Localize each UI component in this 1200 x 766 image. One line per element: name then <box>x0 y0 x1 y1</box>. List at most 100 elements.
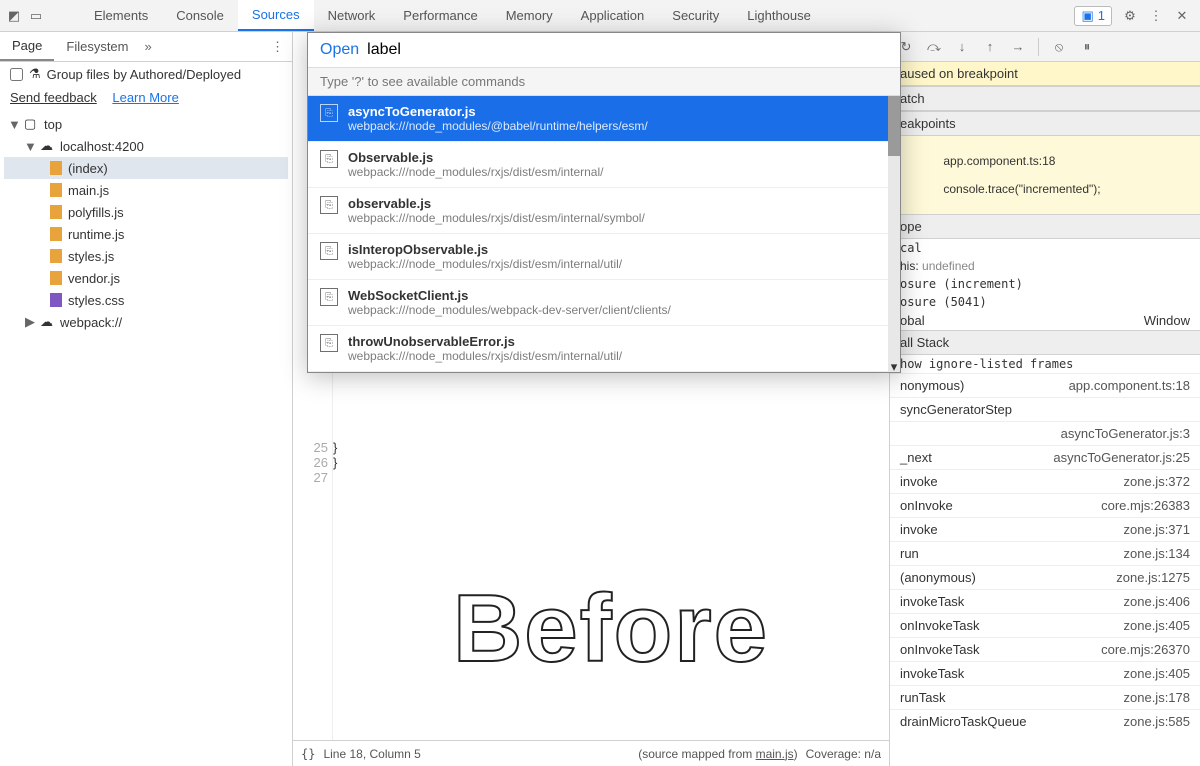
device-toggle-icon[interactable]: ▭ <box>28 8 44 24</box>
tab-security[interactable]: Security <box>658 0 733 31</box>
palette-item[interactable]: ⎘WebSocketClient.jswebpack:///node_modul… <box>308 280 900 326</box>
coverage-label: Coverage: n/a <box>806 747 881 761</box>
callstack-section[interactable]: all Stack <box>890 330 1200 355</box>
command-palette: Open Type '?' to see available commands … <box>307 32 901 373</box>
tree-file[interactable]: main.js <box>4 179 288 201</box>
stack-frame[interactable]: invokezone.js:372 <box>890 469 1200 493</box>
source-map-link[interactable]: main.js <box>756 747 794 761</box>
tree-host[interactable]: ▼☁ localhost:4200 <box>4 135 288 157</box>
stack-frame[interactable]: runTaskzone.js:178 <box>890 685 1200 709</box>
sidebar-more-icon[interactable]: » <box>145 39 152 54</box>
cloud-icon: ☁ <box>40 138 56 154</box>
palette-item[interactable]: ⎘throwUnobservableError.jswebpack:///nod… <box>308 326 900 372</box>
watch-section[interactable]: atch <box>890 86 1200 111</box>
stack-frame[interactable]: invokeTaskzone.js:406 <box>890 589 1200 613</box>
tab-elements[interactable]: Elements <box>80 0 162 31</box>
step-over-icon[interactable]: ⤼ <box>926 39 942 55</box>
open-label: Open <box>320 41 359 59</box>
overlay-word: Before <box>453 574 769 684</box>
paused-strip: aused on breakpoint <box>890 62 1200 86</box>
kebab-icon[interactable]: ⋮ <box>1148 8 1164 24</box>
pause-exceptions-icon[interactable]: ⏸ <box>1079 39 1095 55</box>
scope-closure-1[interactable]: osure (increment) <box>890 275 1200 293</box>
palette-item[interactable]: ⎘isInteropObservable.jswebpack:///node_m… <box>308 234 900 280</box>
stack-frame[interactable]: asyncToGenerator.js:3 <box>890 421 1200 445</box>
scope-section[interactable]: ope <box>890 214 1200 239</box>
step-into-icon[interactable]: ↓ <box>954 39 970 55</box>
file-icon: ⎘ <box>320 150 338 168</box>
tab-console[interactable]: Console <box>162 0 238 31</box>
step-out-icon[interactable]: ↑ <box>982 39 998 55</box>
stack-frame[interactable]: onInvokeTaskcore.mjs:26370 <box>890 637 1200 661</box>
stack-frame[interactable]: onInvokecore.mjs:26383 <box>890 493 1200 517</box>
tree-file[interactable]: styles.js <box>4 245 288 267</box>
scope-closure-2[interactable]: osure (5041) <box>890 293 1200 311</box>
stack-frame[interactable]: nonymous)app.component.ts:18 <box>890 373 1200 397</box>
palette-scrollbar[interactable] <box>888 96 900 372</box>
js-file-icon <box>48 270 64 286</box>
file-icon: ⎘ <box>320 242 338 260</box>
scrollbar-thumb[interactable] <box>888 96 900 156</box>
file-icon: ⎘ <box>320 288 338 306</box>
scope-global[interactable]: obal <box>900 313 925 328</box>
tree-file[interactable]: vendor.js <box>4 267 288 289</box>
stack-frame[interactable]: syncGeneratorStep <box>890 397 1200 421</box>
deactivate-breakpoints-icon[interactable]: ⦸ <box>1051 39 1067 55</box>
tab-performance[interactable]: Performance <box>389 0 491 31</box>
tab-application[interactable]: Application <box>567 0 659 31</box>
learn-more-link[interactable]: Learn More <box>112 90 178 105</box>
js-file-icon <box>48 204 64 220</box>
close-icon[interactable]: ✕ <box>1174 8 1190 24</box>
stack-frame[interactable]: invokeTaskzone.js:405 <box>890 661 1200 685</box>
tree-file[interactable]: styles.css <box>4 289 288 311</box>
tree-file[interactable]: (index) <box>4 157 288 179</box>
show-ignored-frames[interactable]: how ignore-listed frames <box>890 355 1200 373</box>
issues-count: 1 <box>1098 8 1105 23</box>
tree-top[interactable]: ▼▢ top <box>4 113 288 135</box>
tab-network[interactable]: Network <box>314 0 390 31</box>
js-file-icon <box>48 248 64 264</box>
tab-memory[interactable]: Memory <box>492 0 567 31</box>
css-file-icon <box>48 292 64 308</box>
palette-hint: Type '?' to see available commands <box>308 67 900 96</box>
tab-sources[interactable]: Sources <box>238 0 314 31</box>
sidebar-kebab-icon[interactable]: ⋮ <box>263 39 292 55</box>
scope-global-value: Window <box>1144 313 1190 328</box>
sidebar-tab-page[interactable]: Page <box>0 32 54 61</box>
tree-webpack[interactable]: ▶☁ webpack:// <box>4 311 288 333</box>
breakpoint-row[interactable]: app.component.ts:18 console.trace("incre… <box>890 136 1200 214</box>
pretty-print-icon[interactable]: {} <box>301 747 315 761</box>
window-icon: ▢ <box>24 116 40 132</box>
gear-icon[interactable]: ⚙ <box>1122 8 1138 24</box>
code-line: } <box>333 455 889 470</box>
palette-item[interactable]: ⎘asyncToGenerator.jswebpack:///node_modu… <box>308 96 900 142</box>
inspect-icon[interactable]: ◩ <box>6 8 22 24</box>
stack-frame[interactable]: drainMicroTaskQueuezone.js:585 <box>890 709 1200 733</box>
scope-local[interactable]: cal <box>890 239 1200 257</box>
stack-frame[interactable]: _nextasyncToGenerator.js:25 <box>890 445 1200 469</box>
palette-item[interactable]: ⎘observable.jswebpack:///node_modules/rx… <box>308 188 900 234</box>
tree-file[interactable]: polyfills.js <box>4 201 288 223</box>
group-files-label: Group files by Authored/Deployed <box>47 67 241 82</box>
issue-icon: ▣ <box>1081 8 1093 24</box>
main-tabs: ElementsConsoleSourcesNetworkPerformance… <box>80 0 1064 31</box>
tree-file[interactable]: runtime.js <box>4 223 288 245</box>
stack-frame[interactable]: invokezone.js:371 <box>890 517 1200 541</box>
step-icon[interactable]: → <box>1010 39 1026 55</box>
group-files-checkbox[interactable] <box>10 68 23 81</box>
tab-lighthouse[interactable]: Lighthouse <box>733 0 825 31</box>
stack-frame[interactable]: onInvokeTaskzone.js:405 <box>890 613 1200 637</box>
scroll-down-icon[interactable]: ▾ <box>888 362 900 372</box>
palette-item[interactable]: ⎘Observable.jswebpack:///node_modules/rx… <box>308 142 900 188</box>
file-icon: ⎘ <box>320 334 338 352</box>
issues-chip[interactable]: ▣ 1 <box>1074 6 1112 26</box>
file-icon: ⎘ <box>320 196 338 214</box>
stack-frame[interactable]: (anonymous)zone.js:1275 <box>890 565 1200 589</box>
sidebar-tab-filesystem[interactable]: Filesystem <box>54 32 140 61</box>
send-feedback-link[interactable]: Send feedback <box>10 90 97 105</box>
breakpoints-section[interactable]: eakpoints <box>890 111 1200 136</box>
stack-frame[interactable]: runzone.js:134 <box>890 541 1200 565</box>
editor-statusbar: {} Line 18, Column 5 (source mapped from… <box>293 740 889 766</box>
debugger-pane: ↻ ⤼ ↓ ↑ → ⦸ ⏸ aused on breakpoint atch e… <box>890 32 1200 766</box>
palette-input[interactable] <box>367 41 888 59</box>
